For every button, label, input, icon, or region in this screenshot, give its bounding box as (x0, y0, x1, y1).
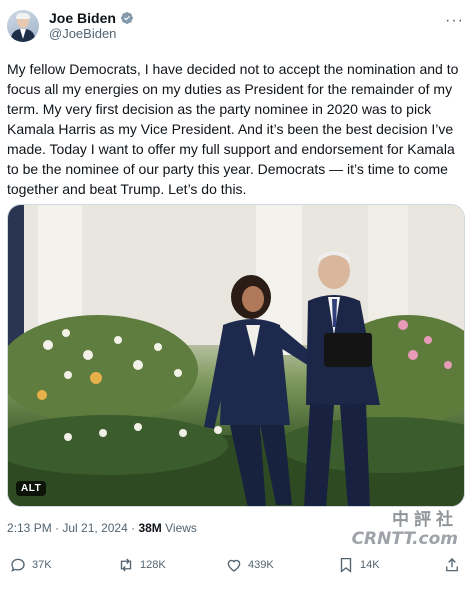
verified-badge-icon (120, 12, 133, 24)
repost-button[interactable]: 128K (117, 556, 166, 574)
like-button[interactable]: 439K (225, 556, 274, 574)
alt-text-badge[interactable]: ALT (16, 481, 47, 496)
tweet-meta: 2:13 PM · Jul 21, 2024 · 38M Views (7, 521, 197, 535)
like-icon (227, 559, 241, 572)
share-icon (446, 558, 458, 572)
bookmark-icon (340, 557, 352, 573)
tweet-text: My fellow Democrats, I have decided not … (7, 61, 459, 197)
more-options-icon[interactable]: ··· (445, 12, 464, 30)
watermark: 中評社 CRNTT.com (352, 512, 458, 548)
action-bar: 37K 128K 439K 14K (7, 556, 467, 582)
repost-count: 128K (140, 559, 166, 571)
author-names: Joe Biden @JoeBiden (49, 10, 134, 42)
reply-count: 37K (32, 559, 52, 571)
like-count: 439K (248, 559, 274, 571)
watermark-line2: CRNTT.com (351, 529, 458, 549)
tweet-header: Joe Biden @JoeBiden (7, 10, 134, 42)
meta-separator: · (51, 521, 63, 535)
views-count: 38M (138, 521, 162, 535)
views-label: Views (165, 521, 197, 535)
bookmark-button[interactable]: 14K (337, 556, 380, 574)
bookmark-count: 14K (360, 559, 380, 571)
share-button[interactable] (443, 556, 466, 574)
post-time[interactable]: 2:13 PM (7, 521, 52, 535)
photo-scene (8, 205, 464, 506)
tweet-photo[interactable]: ALT (7, 204, 465, 507)
reply-icon (11, 558, 25, 572)
repost-icon (120, 558, 132, 572)
handle[interactable]: @JoeBiden (49, 26, 134, 42)
post-date[interactable]: Jul 21, 2024 (62, 521, 127, 535)
avatar[interactable] (7, 10, 39, 42)
reply-button[interactable]: 37K (9, 556, 52, 574)
watermark-line1: 中評社 (392, 510, 458, 530)
display-name[interactable]: Joe Biden (49, 10, 116, 26)
